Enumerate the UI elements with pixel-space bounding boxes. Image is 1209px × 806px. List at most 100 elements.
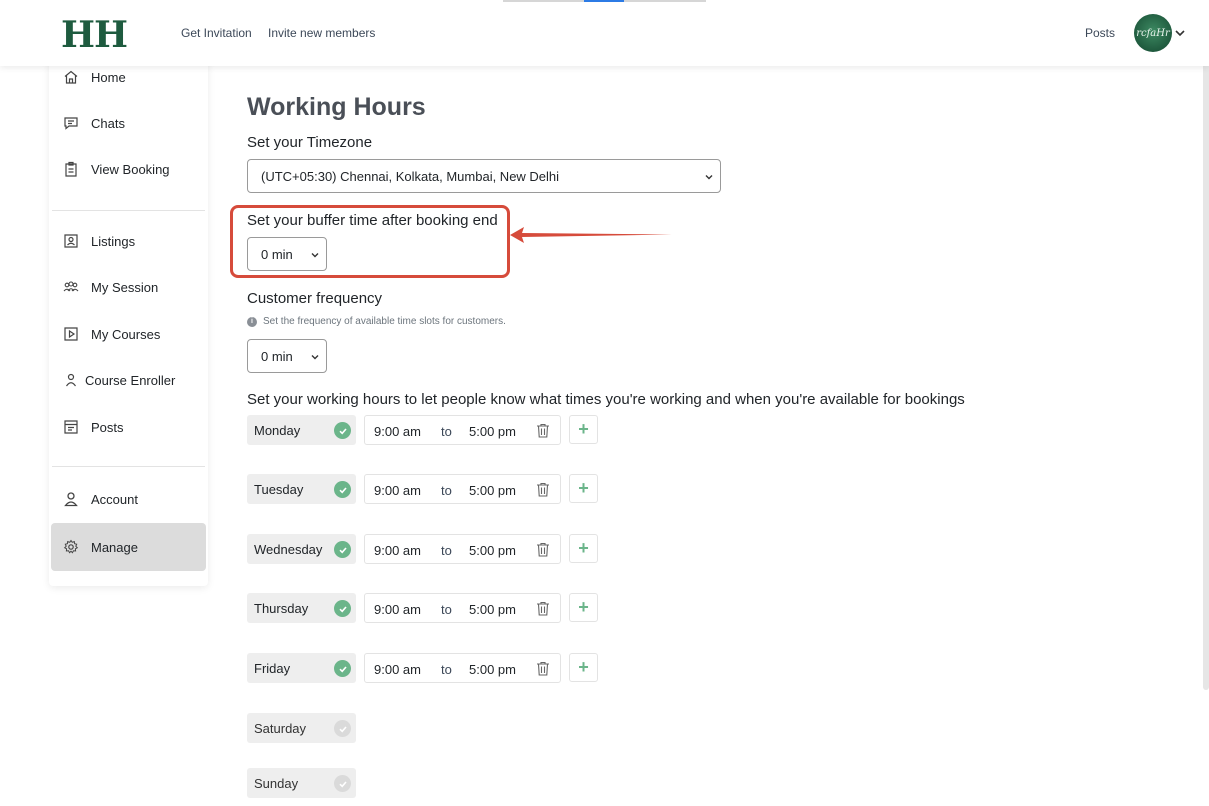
time-range: 9:00 am to 5:00 pm	[364, 534, 561, 564]
clipboard-icon	[65, 161, 77, 177]
sidebar-item-account[interactable]: Account	[51, 476, 206, 522]
listings-icon	[64, 234, 78, 248]
get-invitation-link[interactable]: Get Invitation	[181, 26, 252, 40]
time-range: 9:00 am to 5:00 pm	[364, 593, 561, 623]
sidebar-divider	[52, 210, 205, 211]
check-circle-icon[interactable]	[334, 600, 351, 617]
time-range: 9:00 am to 5:00 pm	[364, 474, 561, 504]
sidebar-item-manage[interactable]: Manage	[51, 523, 206, 571]
day-toggle-wednesday[interactable]: Wednesday	[247, 534, 356, 564]
person-icon	[66, 373, 76, 387]
add-time-slot-button[interactable]: +	[569, 593, 598, 622]
check-circle-icon[interactable]	[334, 775, 351, 792]
posts-icon	[64, 420, 78, 434]
day-toggle-sunday[interactable]: Sunday	[247, 768, 356, 798]
end-time-input[interactable]: 5:00 pm	[469, 483, 516, 498]
invite-members-link[interactable]: Invite new members	[268, 26, 375, 40]
sidebar-item-label: My Session	[91, 279, 159, 295]
chevron-down-icon	[705, 175, 713, 180]
top-header: HH Get Invitation Invite new members Pos…	[0, 0, 1209, 66]
time-range: 9:00 am to 5:00 pm	[364, 415, 561, 445]
add-time-slot-button[interactable]: +	[569, 534, 598, 563]
trash-icon[interactable]	[536, 601, 550, 616]
annotation-arrow-icon	[510, 227, 672, 243]
timezone-select[interactable]: (UTC+05:30) Chennai, Kolkata, Mumbai, Ne…	[247, 159, 721, 193]
sidebar-item-chats[interactable]: Chats	[51, 100, 206, 146]
annotation-highlight-box	[230, 205, 510, 278]
add-time-slot-button[interactable]: +	[569, 415, 598, 444]
start-time-input[interactable]: 9:00 am	[374, 662, 421, 677]
sidebar-item-label: Home	[91, 69, 126, 85]
start-time-input[interactable]: 9:00 am	[374, 543, 421, 558]
trash-icon[interactable]	[536, 423, 550, 438]
end-time-input[interactable]: 5:00 pm	[469, 424, 516, 439]
to-label: to	[441, 602, 452, 617]
check-circle-icon[interactable]	[334, 481, 351, 498]
sidebar-item-label: Posts	[91, 419, 124, 435]
day-label: Friday	[254, 660, 291, 676]
home-icon	[64, 70, 78, 84]
day-toggle-tuesday[interactable]: Tuesday	[247, 474, 356, 504]
add-time-slot-button[interactable]: +	[569, 474, 598, 503]
sidebar-item-label: Manage	[91, 539, 138, 555]
sidebar-item-label: Chats	[91, 115, 125, 131]
day-toggle-thursday[interactable]: Thursday	[247, 593, 356, 623]
frequency-hint: i Set the frequency of available time sl…	[247, 316, 506, 327]
to-label: to	[441, 662, 452, 677]
sidebar-item-label: Course Enroller	[85, 372, 176, 388]
trash-icon[interactable]	[536, 482, 550, 497]
sidebar-item-label: View Booking	[91, 161, 170, 177]
sidebar-item-listings[interactable]: Listings	[51, 218, 206, 264]
chevron-down-icon	[311, 355, 319, 360]
day-label: Thursday	[254, 600, 309, 616]
header-posts-link[interactable]: Posts	[1085, 26, 1115, 40]
timezone-value: (UTC+05:30) Chennai, Kolkata, Mumbai, Ne…	[261, 168, 560, 184]
start-time-input[interactable]: 9:00 am	[374, 602, 421, 617]
account-icon	[64, 492, 78, 507]
tab-hint-active	[584, 0, 624, 2]
to-label: to	[441, 424, 452, 439]
day-toggle-monday[interactable]: Monday	[247, 415, 356, 445]
customer-frequency-select[interactable]: 0 min	[247, 339, 327, 373]
sidebar-item-my-courses[interactable]: My Courses	[51, 311, 206, 357]
day-label: Wednesday	[254, 541, 323, 557]
sidebar-item-view-booking[interactable]: View Booking	[51, 146, 206, 192]
sidebar: Home Chats View Booking Listings My Sess…	[49, 54, 208, 586]
sidebar-item-my-session[interactable]: My Session	[51, 264, 206, 310]
customer-frequency-label: Customer frequency	[247, 290, 383, 307]
site-logo[interactable]: HH	[61, 14, 128, 56]
scrollbar[interactable]	[1203, 40, 1209, 690]
chevron-down-icon[interactable]	[1174, 27, 1186, 39]
sidebar-item-posts[interactable]: Posts	[51, 404, 206, 450]
chat-icon	[64, 117, 78, 130]
working-hours-label: Set your working hours to let people kno…	[247, 391, 965, 408]
day-label: Saturday	[254, 720, 307, 736]
info-icon: i	[247, 316, 257, 327]
add-time-slot-button[interactable]: +	[569, 653, 598, 682]
start-time-input[interactable]: 9:00 am	[374, 424, 421, 439]
sidebar-item-course-enroller[interactable]: Course Enroller	[51, 357, 206, 403]
trash-icon[interactable]	[536, 542, 550, 557]
end-time-input[interactable]: 5:00 pm	[469, 543, 516, 558]
tab-hint	[624, 0, 706, 2]
check-circle-icon[interactable]	[334, 422, 351, 439]
start-time-input[interactable]: 9:00 am	[374, 483, 421, 498]
to-label: to	[441, 483, 452, 498]
check-circle-icon[interactable]	[334, 541, 351, 558]
end-time-input[interactable]: 5:00 pm	[469, 602, 516, 617]
end-time-input[interactable]: 5:00 pm	[469, 662, 516, 677]
day-toggle-saturday[interactable]: Saturday	[247, 713, 356, 743]
avatar[interactable]: rcfaHr	[1134, 14, 1172, 52]
day-toggle-friday[interactable]: Friday	[247, 653, 356, 683]
group-icon	[63, 281, 79, 292]
check-circle-icon[interactable]	[334, 720, 351, 737]
check-circle-icon[interactable]	[334, 660, 351, 677]
trash-icon[interactable]	[536, 661, 550, 676]
frequency-value: 0 min	[261, 348, 293, 364]
to-label: to	[441, 543, 452, 558]
sidebar-item-label: Listings	[91, 233, 136, 249]
timezone-label: Set your Timezone	[247, 134, 373, 151]
day-label: Monday	[254, 422, 301, 438]
play-square-icon	[64, 327, 78, 341]
avatar-text: rcfaHr	[1136, 27, 1170, 39]
